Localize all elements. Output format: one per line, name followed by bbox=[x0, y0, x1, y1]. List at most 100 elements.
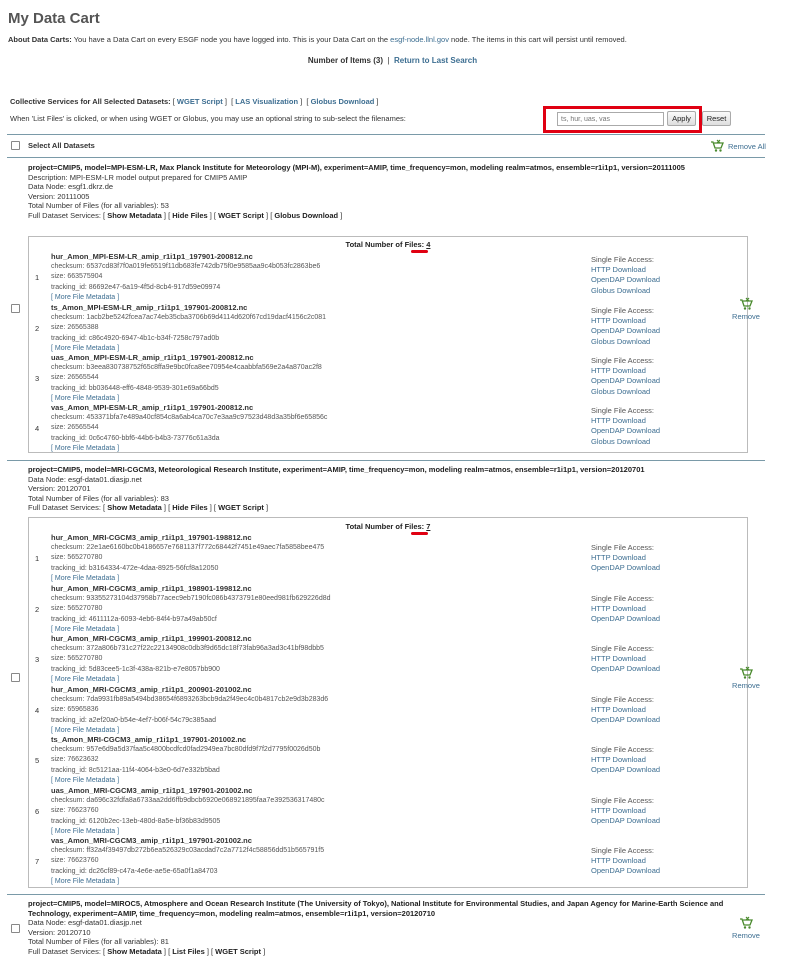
file-size: size: 26565544 bbox=[51, 424, 99, 432]
list-files-link[interactable]: List Files bbox=[172, 947, 205, 956]
file-name: hur_Amon_MPI-ESM-LR_amip_r1i1p1_197901-2… bbox=[51, 252, 253, 261]
collective-globus-link[interactable]: Globus Download bbox=[311, 97, 375, 106]
http-download-link[interactable]: HTTP Download bbox=[591, 654, 646, 663]
http-download-link[interactable]: HTTP Download bbox=[591, 553, 646, 562]
globus-download-link[interactable]: Globus Download bbox=[274, 211, 338, 220]
single-file-access: Single File Access: HTTP Download OpenDA… bbox=[591, 745, 661, 775]
box-total-files: Total Number of Files: 4 bbox=[345, 240, 431, 249]
http-download-link[interactable]: HTTP Download bbox=[591, 705, 646, 714]
apply-button[interactable]: Apply bbox=[667, 111, 696, 126]
http-download-link[interactable]: HTTP Download bbox=[591, 366, 646, 375]
opendap-download-link[interactable]: OpenDAP Download bbox=[591, 426, 660, 435]
more-file-metadata-link[interactable]: [ More File Metadata ] bbox=[51, 395, 119, 402]
file-list-box: Total Number of Files: 7 1 hur_Amon_MRI-… bbox=[28, 517, 748, 888]
http-download-link[interactable]: HTTP Download bbox=[591, 416, 646, 425]
cart-count-bar: Number of Items (3) | Return to Last Sea… bbox=[0, 56, 785, 65]
divider bbox=[7, 894, 765, 895]
dataset-checkbox[interactable] bbox=[11, 673, 20, 682]
file-name: hur_Amon_MRI-CGCM3_amip_r1i1p1_198901-19… bbox=[51, 584, 252, 593]
collective-las-link[interactable]: LAS Visualization bbox=[235, 97, 298, 106]
file-name: vas_Amon_MRI-CGCM3_amip_r1i1p1_197901-20… bbox=[51, 836, 252, 845]
opendap-download-link[interactable]: OpenDAP Download bbox=[591, 376, 660, 385]
filter-hint: When 'List Files' is clicked, or when us… bbox=[10, 114, 406, 123]
select-all-checkbox[interactable] bbox=[11, 141, 20, 150]
divider bbox=[7, 157, 765, 158]
node-link[interactable]: esgf-node.llnl.gov bbox=[390, 35, 449, 44]
select-all-label: Select All Datasets bbox=[28, 141, 95, 150]
http-download-link[interactable]: HTTP Download bbox=[591, 806, 646, 815]
more-file-metadata-link[interactable]: [ More File Metadata ] bbox=[51, 294, 119, 301]
file-checksum: checksum: 1acb2be5242fcea7ac74eb35cba370… bbox=[51, 314, 327, 322]
http-download-link[interactable]: HTTP Download bbox=[591, 755, 646, 764]
single-file-access: Single File Access: HTTP Download OpenDA… bbox=[591, 594, 661, 624]
remove-label: Remove bbox=[732, 681, 760, 690]
opendap-download-link[interactable]: OpenDAP Download bbox=[591, 664, 660, 673]
http-download-link[interactable]: HTTP Download bbox=[591, 316, 646, 325]
file-tracking-id: tracking_id: 0c6c4760-bbf6-44b6-b4b3-737… bbox=[51, 434, 220, 442]
opendap-download-link[interactable]: OpenDAP Download bbox=[591, 326, 660, 335]
single-file-access: Single File Access: HTTP Download OpenDA… bbox=[591, 695, 661, 725]
opendap-download-link[interactable]: OpenDAP Download bbox=[591, 614, 660, 623]
show-metadata-link[interactable]: Show Metadata bbox=[107, 503, 162, 512]
more-file-metadata-link[interactable]: [ More File Metadata ] bbox=[51, 878, 119, 885]
more-file-metadata-link[interactable]: [ More File Metadata ] bbox=[51, 777, 119, 784]
more-file-metadata-link[interactable]: [ More File Metadata ] bbox=[51, 676, 119, 683]
more-file-metadata-link[interactable]: [ More File Metadata ] bbox=[51, 828, 119, 835]
remove-all-button[interactable]: Remove All bbox=[710, 139, 766, 153]
collective-wget-link[interactable]: WGET Script bbox=[177, 97, 223, 106]
show-metadata-link[interactable]: Show Metadata bbox=[107, 211, 162, 220]
more-file-metadata-link[interactable]: [ More File Metadata ] bbox=[51, 345, 119, 352]
file-size: size: 76623632 bbox=[51, 756, 99, 764]
file-size: size: 663575904 bbox=[51, 273, 103, 281]
globus-download-link[interactable]: Globus Download bbox=[591, 286, 650, 295]
file-size: size: 565270780 bbox=[51, 554, 103, 562]
more-file-metadata-link[interactable]: [ More File Metadata ] bbox=[51, 727, 119, 734]
hide-files-link[interactable]: Hide Files bbox=[172, 503, 207, 512]
opendap-download-link[interactable]: OpenDAP Download bbox=[591, 563, 660, 572]
dataset-checkbox[interactable] bbox=[11, 924, 20, 933]
cart-remove-icon bbox=[740, 916, 753, 929]
items-count: Number of Items (3) bbox=[307, 56, 383, 65]
file-size: size: 65965836 bbox=[51, 706, 99, 714]
separator: | bbox=[387, 56, 390, 65]
dataset-services: Full Dataset Services: [ Show Metadata ]… bbox=[28, 946, 266, 956]
hide-files-link[interactable]: Hide Files bbox=[172, 211, 207, 220]
wget-script-link[interactable]: WGET Script bbox=[218, 211, 264, 220]
opendap-download-link[interactable]: OpenDAP Download bbox=[591, 765, 660, 774]
wget-script-link[interactable]: WGET Script bbox=[215, 947, 261, 956]
divider bbox=[7, 460, 765, 461]
opendap-download-link[interactable]: OpenDAP Download bbox=[591, 816, 660, 825]
cart-remove-icon bbox=[711, 139, 724, 152]
show-metadata-link[interactable]: Show Metadata bbox=[107, 947, 162, 956]
more-file-metadata-link[interactable]: [ More File Metadata ] bbox=[51, 575, 119, 582]
http-download-link[interactable]: HTTP Download bbox=[591, 604, 646, 613]
more-file-metadata-link[interactable]: [ More File Metadata ] bbox=[51, 626, 119, 633]
single-file-access: Single File Access: HTTP Download OpenDA… bbox=[591, 644, 661, 674]
remove-dataset-button[interactable]: Remove bbox=[729, 666, 763, 690]
http-download-link[interactable]: HTTP Download bbox=[591, 856, 646, 865]
dataset-title: project=CMIP5, model=MPI-ESM-LR, Max Pla… bbox=[28, 163, 685, 172]
opendap-download-link[interactable]: OpenDAP Download bbox=[591, 715, 660, 724]
filename-filter-input[interactable] bbox=[557, 112, 664, 126]
collective-label: Collective Services for All Selected Dat… bbox=[10, 97, 171, 106]
globus-download-link[interactable]: Globus Download bbox=[591, 437, 650, 446]
globus-download-link[interactable]: Globus Download bbox=[591, 387, 650, 396]
dataset-title: project=CMIP5, model=MRI-CGCM3, Meteorol… bbox=[28, 465, 645, 474]
opendap-download-link[interactable]: OpenDAP Download bbox=[591, 275, 660, 284]
http-download-link[interactable]: HTTP Download bbox=[591, 265, 646, 274]
reset-button[interactable]: Reset bbox=[702, 111, 731, 126]
remove-dataset-button[interactable]: Remove bbox=[729, 297, 763, 321]
file-tracking-id: tracking_id: c86c4920-6947-4b1c-b34f-725… bbox=[51, 334, 220, 342]
select-all-row: Select All Datasets bbox=[11, 141, 95, 150]
dataset-checkbox[interactable] bbox=[11, 304, 20, 313]
dataset-total-files: Total Number of Files (for all variables… bbox=[28, 201, 169, 211]
file-name: uas_Amon_MPI-ESM-LR_amip_r1i1p1_197901-2… bbox=[51, 353, 254, 362]
more-file-metadata-link[interactable]: [ More File Metadata ] bbox=[51, 445, 119, 452]
return-to-last-search-link[interactable]: Return to Last Search bbox=[394, 56, 477, 65]
single-file-access: Single File Access: HTTP Download OpenDA… bbox=[591, 796, 661, 826]
file-size: size: 76623760 bbox=[51, 807, 99, 815]
wget-script-link[interactable]: WGET Script bbox=[218, 503, 264, 512]
remove-dataset-button[interactable]: Remove bbox=[729, 916, 763, 940]
globus-download-link[interactable]: Globus Download bbox=[591, 337, 650, 346]
opendap-download-link[interactable]: OpenDAP Download bbox=[591, 866, 660, 875]
